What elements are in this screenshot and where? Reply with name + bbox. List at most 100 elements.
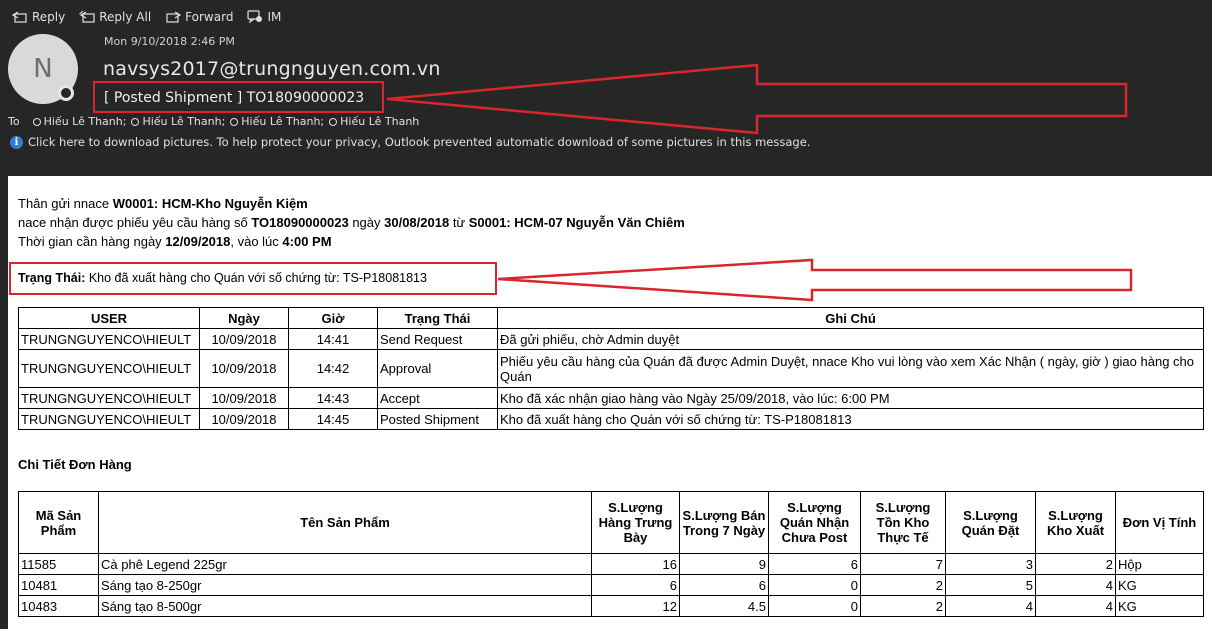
status-log-table: USER Ngày Giờ Trạng Thái Ghi Chú TRUNGNG… [18, 307, 1204, 430]
cell-status: Approval [377, 349, 498, 388]
recipient-name: Hiếu Lê Thanh [340, 115, 420, 128]
cell-product-code: 10483 [18, 595, 99, 617]
sender-address[interactable]: navsys2017@trungnguyen.com.vn [103, 58, 441, 80]
delivery-time-line: Thời gian cần hàng ngày 12/09/2018, vào … [18, 234, 332, 249]
reply-button[interactable]: Reply [12, 10, 65, 24]
recipient[interactable]: Hiếu Lê Thanh; [32, 115, 127, 128]
column-header: Trạng Thái [377, 307, 498, 329]
cell-note: Đã gửi phiếu, chờ Admin duyệt [497, 328, 1204, 350]
cell-date: 10/09/2018 [199, 408, 289, 430]
cell-user: TRUNGNGUYENCO\HIEULT [18, 408, 200, 430]
table-row: 11585 Cà phê Legend 225gr 16 9 6 7 3 2 H… [18, 553, 1204, 575]
text: ngày [348, 215, 385, 230]
text: , vào lúc [230, 234, 283, 249]
table-row: 10483 Sáng tạo 8-500gr 12 4.5 0 2 4 4 KG [18, 595, 1204, 617]
cell-qty-ordered: 5 [945, 574, 1036, 596]
column-header: S.Lượng Hàng Trưng Bày [591, 491, 680, 554]
text: Thân gửi nnace [18, 196, 113, 211]
cell-qty-shipped: 2 [1035, 553, 1116, 575]
column-header: S.Lượng Quán Đặt [945, 491, 1036, 554]
cell-product-name: Sáng tạo 8-250gr [98, 574, 592, 596]
store-name: S0001: HCM-07 Nguyễn Văn Chiêm [468, 215, 685, 230]
column-header: S.Lượng Bán Trong 7 Ngày [679, 491, 769, 554]
recipient[interactable]: Hiếu Lê Thanh; [131, 115, 225, 128]
order-detail-table: Mã Sản Phẩm Tên Sản Phẩm S.Lượng Hàng Tr… [18, 491, 1204, 617]
cell-qty-stock: 7 [860, 553, 946, 575]
cell-unit: KG [1115, 595, 1204, 617]
cell-time: 14:43 [288, 387, 378, 409]
cell-date: 10/09/2018 [199, 387, 289, 409]
reply-all-label: Reply All [99, 10, 152, 24]
status-label: Trạng Thái: [18, 271, 86, 285]
table-row: 10481 Sáng tạo 8-250gr 6 6 0 2 5 4 KG [18, 574, 1204, 596]
cell-time: 14:42 [288, 349, 378, 388]
column-header: Tên Sản Phẩm [98, 491, 592, 554]
presence-icon [329, 117, 338, 126]
cell-qty-sold: 6 [679, 574, 769, 596]
cell-product-name: Sáng tạo 8-500gr [98, 595, 592, 617]
cell-product-code: 11585 [18, 553, 99, 575]
column-header: Đơn Vị Tính [1115, 491, 1204, 554]
im-label: IM [267, 10, 282, 24]
instant-message-icon [247, 10, 263, 24]
column-header: Giờ [288, 307, 378, 329]
cell-status: Accept [377, 387, 498, 409]
recipient[interactable]: Hiếu Lê Thanh; [230, 115, 324, 128]
cell-status: Send Request [377, 328, 498, 350]
recipient-line: To Hiếu Lê Thanh; Hiếu Lê Thanh; Hiếu Lê… [8, 115, 421, 128]
recipient-name: Hiếu Lê Thanh; [43, 115, 127, 128]
cell-note: Phiếu yêu cầu hàng của Quán đã được Admi… [497, 349, 1204, 388]
table-row: TRUNGNGUYENCO\HIEULT 10/09/2018 14:45 Po… [18, 408, 1204, 430]
cell-qty-display: 6 [591, 574, 680, 596]
cell-note: Kho đã xác nhận giao hàng vào Ngày 25/09… [497, 387, 1204, 409]
delivery-date: 12/09/2018 [165, 234, 231, 249]
column-header: S.Lượng Quán Nhận Chưa Post [768, 491, 861, 554]
column-header: Ngày [199, 307, 289, 329]
cell-unit: Hộp [1115, 553, 1204, 575]
presence-icon [230, 117, 239, 126]
download-notice-text: Click here to download pictures. To help… [28, 135, 811, 149]
im-button[interactable]: IM [247, 10, 281, 24]
column-header: S.Lượng Kho Xuất [1035, 491, 1116, 554]
forward-label: Forward [185, 10, 234, 24]
cell-qty-stock: 2 [860, 595, 946, 617]
cell-note: Kho đã xuất hàng cho Quán với số chứng t… [497, 408, 1204, 430]
reply-icon [12, 11, 27, 23]
presence-icon [131, 117, 140, 126]
message-subject: [ Posted Shipment ] TO18090000023 [104, 90, 365, 106]
column-header: USER [18, 307, 200, 329]
forward-button[interactable]: Forward [165, 10, 233, 24]
request-line: nace nhận được phiếu yêu cầu hàng số TO1… [18, 215, 685, 230]
reply-all-button[interactable]: Reply All [79, 10, 151, 24]
cell-qty-unposted: 0 [768, 574, 861, 596]
cell-qty-unposted: 0 [768, 595, 861, 617]
cell-qty-shipped: 4 [1035, 574, 1116, 596]
text: nace nhận được phiếu yêu cầu hàng số [18, 215, 252, 230]
download-pictures-bar[interactable]: i Click here to download pictures. To he… [10, 135, 810, 149]
column-header: Ghi Chú [497, 307, 1204, 329]
cell-qty-sold: 4.5 [679, 595, 769, 617]
cell-user: TRUNGNGUYENCO\HIEULT [18, 349, 200, 388]
message-body: Thân gửi nnace W0001: HCM-Kho Nguyễn Kiệ… [8, 176, 1212, 629]
to-label: To [8, 115, 20, 128]
column-header: S.Lượng Tồn Kho Thực Tế [860, 491, 946, 554]
cell-date: 10/09/2018 [199, 349, 289, 388]
section-title: Chi Tiết Đơn Hàng [18, 457, 132, 472]
cell-qty-display: 12 [591, 595, 680, 617]
cell-time: 14:41 [288, 328, 378, 350]
recipient-name: Hiếu Lê Thanh; [142, 115, 226, 128]
status-line: Trạng Thái: Kho đã xuất hàng cho Quán vớ… [18, 271, 427, 285]
presence-icon [32, 117, 41, 126]
cell-date: 10/09/2018 [199, 328, 289, 350]
reply-all-icon [79, 10, 95, 23]
cell-qty-display: 16 [591, 553, 680, 575]
recipient[interactable]: Hiếu Lê Thanh [329, 115, 419, 128]
cell-user: TRUNGNGUYENCO\HIEULT [18, 328, 200, 350]
cell-unit: KG [1115, 574, 1204, 596]
cell-product-code: 10481 [18, 574, 99, 596]
cell-time: 14:45 [288, 408, 378, 430]
cell-qty-sold: 9 [679, 553, 769, 575]
forward-icon [166, 11, 182, 23]
delivery-time: 4:00 PM [282, 234, 332, 249]
cell-user: TRUNGNGUYENCO\HIEULT [18, 387, 200, 409]
